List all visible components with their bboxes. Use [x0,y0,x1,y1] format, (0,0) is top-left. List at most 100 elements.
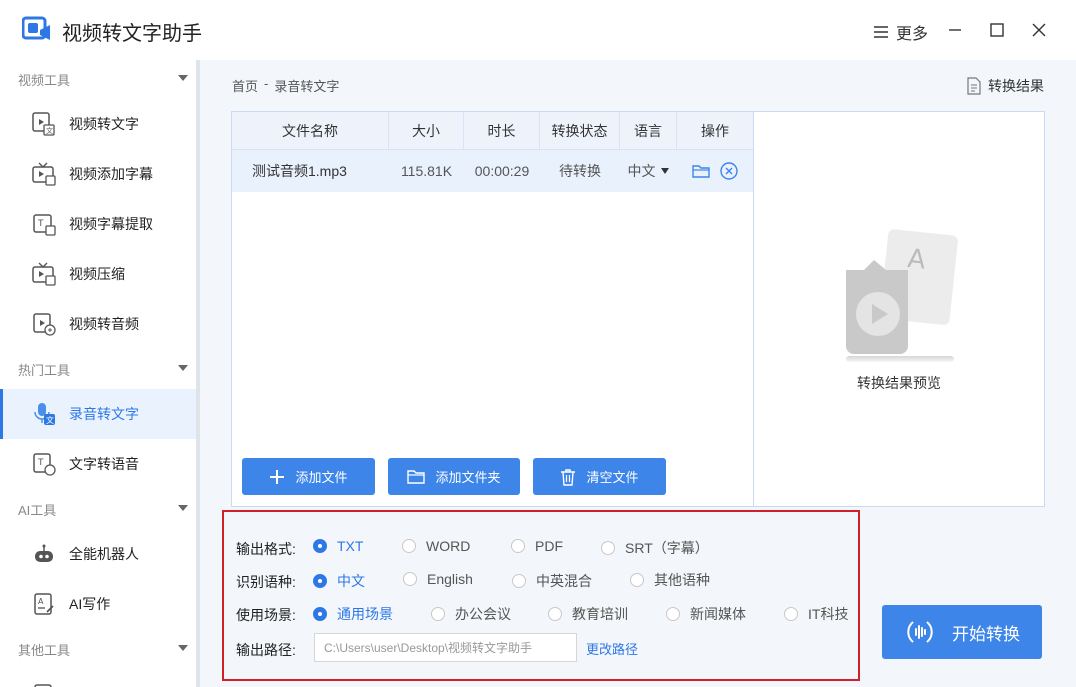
file-size-cell: 115.81K [400,163,453,179]
column-header-duration: 时长 [464,112,540,150]
sidebar-item-label: 视频转文字 [69,116,139,132]
section-label: 热门工具 [18,362,71,378]
minimize-button[interactable] [943,18,967,42]
add-folder-button[interactable]: 添加文件夹 [388,458,520,495]
column-header-size: 大小 [389,112,464,150]
sidebar-item-label: 全能机器人 [69,546,139,562]
svg-text:文: 文 [46,415,54,425]
change-path-link[interactable]: 更改路径 [586,639,638,658]
scene-option-it[interactable]: IT科技 [784,604,848,624]
format-option-srt[interactable]: SRT（字幕） [601,538,709,558]
option-label: 办公会议 [455,606,511,622]
option-label: WORD [426,538,471,554]
video-to-audio-icon [30,310,58,338]
svg-text:文: 文 [46,126,53,135]
ai-writing-icon: A [30,590,58,618]
format-option-word[interactable]: WORD [402,538,470,554]
clear-files-button[interactable]: 清空文件 [533,458,666,495]
breadcrumb-separator: - [264,76,269,91]
radio-dot [784,607,798,621]
radio-dot [313,574,327,588]
option-label: 新闻媒体 [690,606,746,622]
voice-wave-icon [907,621,933,643]
breadcrumb-current: 录音转文字 [274,79,340,94]
row-actions [677,150,753,192]
sidebar-item-label: 视频添加字幕 [69,166,153,182]
output-settings: 输出格式: TXT WORD PDF SRT（字幕） 识别语种: 中文 Engl… [222,510,860,681]
preview-label: 转换结果预览 [857,375,941,391]
output-path-input[interactable] [314,633,577,662]
svg-text:T: T [37,458,44,468]
column-header-language: 语言 [620,112,677,150]
sidebar-section-video-tools[interactable]: 视频工具 [0,60,196,98]
remove-icon[interactable] [720,162,738,180]
language-option-english[interactable]: English [403,571,473,587]
breadcrumb-home[interactable]: 首页 [232,76,258,95]
option-label: 通用场景 [337,606,393,622]
title-bar: 视频转文字助手 更多 [0,0,1076,60]
app-logo-icon [22,16,50,40]
column-header-actions: 操作 [701,123,729,139]
sidebar-item-video-to-audio[interactable]: 视频转音频 [0,299,196,349]
radio-dot [403,572,417,586]
section-label: AI工具 [18,502,57,518]
close-button[interactable] [1027,18,1051,42]
option-label: PDF [535,538,563,554]
trash-icon [561,468,576,486]
language-option-chinese[interactable]: 中文 [313,571,365,591]
sidebar-section-other-tools[interactable]: 其他工具 [0,630,196,668]
more-menu-button[interactable]: 更多 [874,20,928,44]
sidebar-section-ai-tools[interactable]: AI工具 [0,490,196,528]
radio-dot [512,574,526,588]
add-file-button[interactable]: 添加文件 [242,458,375,495]
language-option-other[interactable]: 其他语种 [630,570,710,590]
format-label: 输出格式: [236,541,296,557]
language-dropdown[interactable]: 中文 [620,150,677,192]
sidebar-item-partial[interactable] [0,669,196,687]
sidebar-item-video-to-text[interactable]: 文 视频转文字 [0,99,196,149]
language-value: 中文 [627,163,656,179]
column-header-filename: 文件名称 [232,112,389,150]
sidebar-section-hot-tools[interactable]: 热门工具 [0,350,196,388]
folder-icon[interactable] [692,163,710,179]
breadcrumb: 首页 - 录音转文字 [232,76,339,95]
video-compress-icon [30,260,58,288]
sidebar-item-audio-to-text[interactable]: 文 录音转文字 [0,389,196,439]
format-option-txt[interactable]: TXT [313,538,363,554]
table-row[interactable]: 测试音频1.mp3 115.81K 00:00:29 待转换 中文 [232,150,753,192]
add-file-label: 添加文件 [295,470,348,485]
sidebar-item-label: 视频字幕提取 [69,216,153,232]
option-label: 其他语种 [654,572,710,588]
sidebar-item-subtitle-extract[interactable]: T 视频字幕提取 [0,199,196,249]
format-option-pdf[interactable]: PDF [511,538,563,554]
column-header-status: 转换状态 [540,112,620,150]
sidebar-item-video-add-subtitle[interactable]: 视频添加字幕 [0,149,196,199]
text-to-speech-icon: T [30,450,58,478]
more-label: 更多 [896,26,929,43]
sidebar: 视频工具 文 视频转文字 视频添加字幕 T 视频字幕提取 视频压缩 视频转音频 … [0,60,196,687]
conversion-result-link[interactable]: 转换结果 [966,76,1044,96]
tool-icon [30,680,58,687]
scene-option-news[interactable]: 新闻媒体 [666,604,746,624]
maximize-icon [990,23,1004,37]
section-label: 其他工具 [18,642,71,658]
sidebar-item-robot[interactable]: 全能机器人 [0,529,196,579]
sidebar-item-video-compress[interactable]: 视频压缩 [0,249,196,299]
dropdown-arrow-icon [660,168,669,174]
table-header: 文件名称 大小 时长 转换状态 语言 操作 [232,112,753,150]
maximize-button[interactable] [985,18,1009,42]
language-option-mixed[interactable]: 中英混合 [512,571,592,591]
app-title: 视频转文字助手 [62,23,202,45]
svg-text:T: T [37,219,44,229]
file-name-cell: 测试音频1.mp3 [252,163,347,179]
file-status-cell: 待转换 [559,163,601,179]
scene-option-general[interactable]: 通用场景 [313,604,393,624]
sidebar-item-ai-writing[interactable]: A AI写作 [0,579,196,629]
scene-option-meeting[interactable]: 办公会议 [431,604,511,624]
radio-dot [601,541,615,555]
close-icon [1032,23,1046,37]
option-label: 教育培训 [572,606,628,622]
start-conversion-button[interactable]: 开始转换 [882,605,1042,659]
scene-option-education[interactable]: 教育培训 [548,604,628,624]
sidebar-item-text-to-speech[interactable]: T 文字转语音 [0,439,196,489]
